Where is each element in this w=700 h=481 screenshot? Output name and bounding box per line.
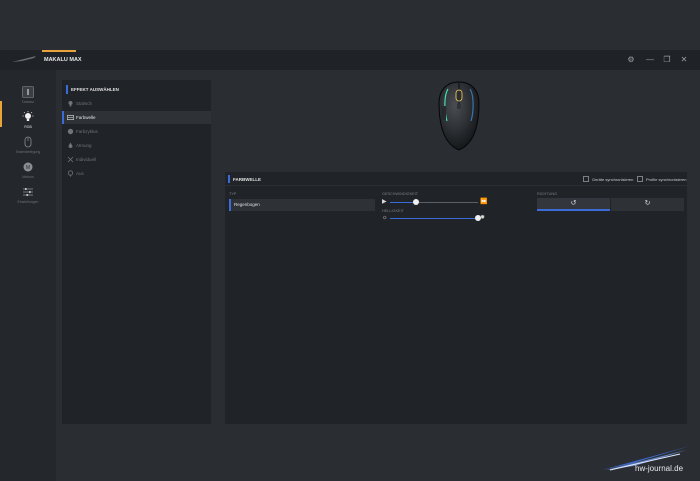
- brightness-low-icon: ☼: [382, 215, 388, 221]
- section-marker: [228, 175, 230, 183]
- fast-forward-icon: ⏩: [480, 199, 488, 205]
- direction-clockwise-button[interactable]: ↻: [611, 198, 684, 211]
- effect-farbzyklus[interactable]: Farbzyklus: [62, 125, 211, 138]
- speed-label: GESCHWINDIGKEIT: [382, 192, 419, 196]
- settings-header: FARBWELLE Geräte synchronisieren Profile…: [225, 172, 687, 186]
- title-bar: [0, 50, 700, 70]
- effect-statisch[interactable]: Statisch: [62, 97, 211, 110]
- effect-label: Aus: [76, 171, 84, 176]
- rotate-left-icon: ↺: [570, 200, 577, 207]
- effect-aus[interactable]: Aus: [62, 167, 211, 180]
- effect-label: Farbwelle: [76, 115, 96, 120]
- sync-devices-label: Geräte synchronisieren: [592, 177, 634, 182]
- speed-knob[interactable]: [413, 199, 420, 205]
- effect-atmung[interactable]: Atmung: [62, 139, 211, 152]
- play-icon: ▶: [382, 199, 387, 205]
- brightness-fill: [390, 218, 478, 219]
- brightness-high-icon: ✹: [480, 215, 486, 221]
- cycle-icon: [67, 128, 74, 135]
- svg-text:M: M: [26, 165, 30, 171]
- mouse-preview: [438, 81, 480, 151]
- minimize-icon[interactable]: —: [645, 55, 655, 65]
- nav-item-label: Makros: [22, 175, 34, 179]
- rainbow-icon: [67, 115, 74, 120]
- macro-icon: M: [23, 162, 33, 172]
- brand-logo: [12, 56, 36, 62]
- custom-icon: [67, 156, 74, 163]
- sync-profiles-checkbox[interactable]: [637, 176, 643, 182]
- brightness-label: HELLIGKEIT: [382, 209, 404, 213]
- close-icon[interactable]: ✕: [679, 55, 689, 65]
- sliders-icon: [23, 188, 33, 196]
- nav-item-label: Einstellungen: [17, 200, 39, 204]
- sync-profiles-label: Profile synchronisieren: [646, 177, 687, 182]
- type-option-regenbogen[interactable]: Regenbogen: [229, 199, 375, 211]
- key-icon: [22, 86, 34, 98]
- device-tab[interactable]: MAKALU MAX: [42, 50, 82, 70]
- drop-icon: [68, 142, 73, 148]
- bulb-icon: [68, 101, 73, 107]
- effects-panel: EFFEKT AUSWÄHLEN Statisch Farbwelle Farb…: [62, 80, 211, 424]
- nav-item-label: Tastenbelegung: [15, 150, 41, 154]
- effect-label: Farbzyklus: [76, 129, 98, 134]
- maximize-icon[interactable]: ❐: [662, 55, 672, 65]
- effect-farbwelle[interactable]: Farbwelle: [62, 111, 211, 124]
- type-label: TYP: [229, 192, 237, 196]
- rotate-right-icon: ↻: [644, 200, 651, 207]
- mouse-icon: [24, 136, 32, 148]
- direction-label: RICHTUNG: [537, 192, 558, 196]
- device-tab-accent: [42, 50, 76, 52]
- effects-title: EFFEKT AUSWÄHLEN: [71, 87, 119, 92]
- effect-label: Individuell: [76, 157, 97, 162]
- nav-item-label: RGB: [24, 125, 32, 129]
- sync-devices-checkbox[interactable]: [583, 176, 589, 182]
- brightness-slider[interactable]: ☼ ✹: [382, 214, 488, 224]
- nav-item-einstellungen[interactable]: Einstellungen: [0, 182, 56, 212]
- type-value: Regenbogen: [234, 202, 260, 207]
- bulb-icon: [22, 111, 34, 121]
- settings-title: FARBWELLE: [233, 177, 261, 182]
- effect-label: Atmung: [76, 143, 92, 148]
- off-icon: [67, 170, 74, 177]
- gear-icon[interactable]: ⚙: [626, 55, 636, 65]
- speed-slider[interactable]: ▶ ⏩: [382, 198, 488, 208]
- watermark-text: hw-journal.de: [635, 464, 684, 473]
- section-marker: [66, 85, 68, 94]
- device-name: MAKALU MAX: [44, 57, 82, 63]
- effect-individuell[interactable]: Individuell: [62, 153, 211, 166]
- effect-label: Statisch: [76, 101, 93, 106]
- direction-counterclockwise-button[interactable]: ↺: [537, 198, 610, 211]
- nav-item-label: Tastatur: [21, 100, 35, 104]
